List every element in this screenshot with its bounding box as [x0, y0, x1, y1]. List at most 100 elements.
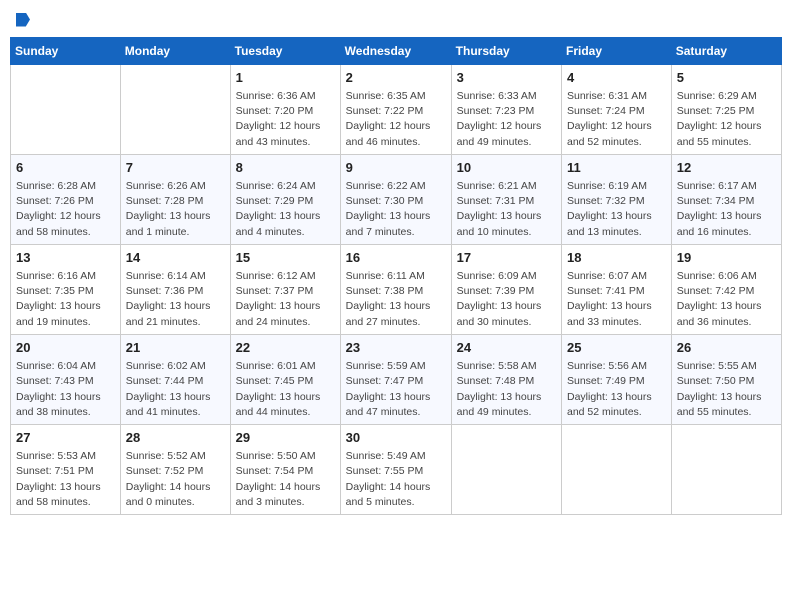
day-cell: 20Sunrise: 6:04 AM Sunset: 7:43 PM Dayli… [11, 334, 121, 424]
day-number: 17 [457, 249, 556, 267]
day-info: Sunrise: 6:07 AM Sunset: 7:41 PM Dayligh… [567, 269, 666, 330]
week-row-1: 6 Sunrise: 6:28 AM Sunset: 7:26 PM Daylig… [11, 154, 782, 244]
day-cell: 24 Sunrise: 5:58 AM Sunset: 7:48 PM Dayli… [451, 334, 561, 424]
day-cell: 16 Sunrise: 6:11 AM Sunset: 7:38 PM Dayli… [340, 244, 451, 334]
week-row-2: 13 Sunrise: 6:16 AM Sunset: 7:35 PM Dayli… [11, 244, 782, 334]
day-cell: 11Sunrise: 6:19 AM Sunset: 7:32 PM Dayli… [562, 154, 672, 244]
day-info: Sunrise: 5:50 AM Sunset: 7:54 PM Dayligh… [236, 449, 335, 510]
day-info: Sunrise: 6:11 AM Sunset: 7:38 PM Dayligh… [346, 269, 446, 330]
day-number: 22 [236, 339, 335, 357]
day-number: 25 [567, 339, 666, 357]
day-cell: 30 Sunrise: 5:49 AM Sunset: 7:55 PM Dayli… [340, 424, 451, 514]
day-number: 16 [346, 249, 446, 267]
calendar-header-row: SundayMondayTuesdayWednesdayThursdayFrid… [11, 37, 782, 64]
day-number: 19 [677, 249, 776, 267]
header-wednesday: Wednesday [340, 37, 451, 64]
day-number: 30 [346, 429, 446, 447]
day-number: 1 [236, 69, 335, 87]
day-info: Sunrise: 5:56 AM Sunset: 7:49 PM Dayligh… [567, 359, 666, 420]
day-info: Sunrise: 6:02 AM Sunset: 7:44 PM Dayligh… [126, 359, 225, 420]
day-cell: 8 Sunrise: 6:24 AM Sunset: 7:29 PM Daylig… [230, 154, 340, 244]
header-thursday: Thursday [451, 37, 561, 64]
day-number: 2 [346, 69, 446, 87]
day-info: Sunrise: 5:53 AM Sunset: 7:51 PM Dayligh… [16, 449, 115, 510]
day-number: 10 [457, 159, 556, 177]
day-number: 8 [236, 159, 335, 177]
day-cell: 13 Sunrise: 6:16 AM Sunset: 7:35 PM Dayli… [11, 244, 121, 334]
week-row-4: 27 Sunrise: 5:53 AM Sunset: 7:51 PM Dayli… [11, 424, 782, 514]
day-info: Sunrise: 6:21 AM Sunset: 7:31 PM Dayligh… [457, 179, 556, 240]
day-info: Sunrise: 6:12 AM Sunset: 7:37 PM Dayligh… [236, 269, 335, 330]
day-info: Sunrise: 6:33 AM Sunset: 7:23 PM Dayligh… [457, 89, 556, 150]
day-info: Sunrise: 6:22 AM Sunset: 7:30 PM Dayligh… [346, 179, 446, 240]
logo [14, 10, 30, 29]
day-cell [451, 424, 561, 514]
day-info: Sunrise: 5:55 AM Sunset: 7:50 PM Dayligh… [677, 359, 776, 420]
calendar-table: SundayMondayTuesdayWednesdayThursdayFrid… [10, 37, 782, 515]
header-tuesday: Tuesday [230, 37, 340, 64]
page-header [10, 10, 782, 29]
day-number: 24 [457, 339, 556, 357]
day-cell: 22 Sunrise: 6:01 AM Sunset: 7:45 PM Dayli… [230, 334, 340, 424]
logo-icon [16, 13, 30, 27]
day-cell: 9 Sunrise: 6:22 AM Sunset: 7:30 PM Daylig… [340, 154, 451, 244]
day-cell: 25 Sunrise: 5:56 AM Sunset: 7:49 PM Dayli… [562, 334, 672, 424]
day-cell: 23 Sunrise: 5:59 AM Sunset: 7:47 PM Dayli… [340, 334, 451, 424]
day-info: Sunrise: 6:29 AM Sunset: 7:25 PM Dayligh… [677, 89, 776, 150]
day-cell: 12 Sunrise: 6:17 AM Sunset: 7:34 PM Dayli… [671, 154, 781, 244]
day-info: Sunrise: 6:04 AM Sunset: 7:43 PM Dayligh… [16, 359, 115, 420]
week-row-3: 20Sunrise: 6:04 AM Sunset: 7:43 PM Dayli… [11, 334, 782, 424]
day-number: 29 [236, 429, 335, 447]
day-cell: 5Sunrise: 6:29 AM Sunset: 7:25 PM Daylig… [671, 64, 781, 154]
day-cell: 26 Sunrise: 5:55 AM Sunset: 7:50 PM Dayli… [671, 334, 781, 424]
day-cell [562, 424, 672, 514]
day-info: Sunrise: 5:58 AM Sunset: 7:48 PM Dayligh… [457, 359, 556, 420]
day-number: 11 [567, 159, 666, 177]
day-info: Sunrise: 6:26 AM Sunset: 7:28 PM Dayligh… [126, 179, 225, 240]
day-cell: 4Sunrise: 6:31 AM Sunset: 7:24 PM Daylig… [562, 64, 672, 154]
day-number: 18 [567, 249, 666, 267]
day-number: 9 [346, 159, 446, 177]
header-sunday: Sunday [11, 37, 121, 64]
day-cell: 14 Sunrise: 6:14 AM Sunset: 7:36 PM Dayli… [120, 244, 230, 334]
week-row-0: 1Sunrise: 6:36 AM Sunset: 7:20 PM Daylig… [11, 64, 782, 154]
day-cell: 28 Sunrise: 5:52 AM Sunset: 7:52 PM Dayli… [120, 424, 230, 514]
logo-blue [14, 10, 30, 29]
day-info: Sunrise: 6:35 AM Sunset: 7:22 PM Dayligh… [346, 89, 446, 150]
day-number: 6 [16, 159, 115, 177]
day-info: Sunrise: 6:01 AM Sunset: 7:45 PM Dayligh… [236, 359, 335, 420]
day-info: Sunrise: 6:16 AM Sunset: 7:35 PM Dayligh… [16, 269, 115, 330]
day-number: 23 [346, 339, 446, 357]
day-info: Sunrise: 6:09 AM Sunset: 7:39 PM Dayligh… [457, 269, 556, 330]
day-cell: 27 Sunrise: 5:53 AM Sunset: 7:51 PM Dayli… [11, 424, 121, 514]
day-info: Sunrise: 6:17 AM Sunset: 7:34 PM Dayligh… [677, 179, 776, 240]
day-number: 14 [126, 249, 225, 267]
day-number: 27 [16, 429, 115, 447]
day-cell [120, 64, 230, 154]
day-number: 28 [126, 429, 225, 447]
day-number: 13 [16, 249, 115, 267]
day-cell: 6 Sunrise: 6:28 AM Sunset: 7:26 PM Daylig… [11, 154, 121, 244]
day-info: Sunrise: 5:52 AM Sunset: 7:52 PM Dayligh… [126, 449, 225, 510]
day-cell: 17 Sunrise: 6:09 AM Sunset: 7:39 PM Dayli… [451, 244, 561, 334]
day-info: Sunrise: 6:24 AM Sunset: 7:29 PM Dayligh… [236, 179, 335, 240]
day-cell: 1Sunrise: 6:36 AM Sunset: 7:20 PM Daylig… [230, 64, 340, 154]
day-number: 15 [236, 249, 335, 267]
day-cell: 18 Sunrise: 6:07 AM Sunset: 7:41 PM Dayli… [562, 244, 672, 334]
day-info: Sunrise: 5:59 AM Sunset: 7:47 PM Dayligh… [346, 359, 446, 420]
day-info: Sunrise: 6:14 AM Sunset: 7:36 PM Dayligh… [126, 269, 225, 330]
day-info: Sunrise: 6:06 AM Sunset: 7:42 PM Dayligh… [677, 269, 776, 330]
day-info: Sunrise: 5:49 AM Sunset: 7:55 PM Dayligh… [346, 449, 446, 510]
day-number: 12 [677, 159, 776, 177]
day-number: 21 [126, 339, 225, 357]
day-cell: 10 Sunrise: 6:21 AM Sunset: 7:31 PM Dayli… [451, 154, 561, 244]
day-number: 7 [126, 159, 225, 177]
day-cell: 21 Sunrise: 6:02 AM Sunset: 7:44 PM Dayli… [120, 334, 230, 424]
header-monday: Monday [120, 37, 230, 64]
day-number: 26 [677, 339, 776, 357]
day-cell: 3Sunrise: 6:33 AM Sunset: 7:23 PM Daylig… [451, 64, 561, 154]
day-cell [671, 424, 781, 514]
day-info: Sunrise: 6:28 AM Sunset: 7:26 PM Dayligh… [16, 179, 115, 240]
header-saturday: Saturday [671, 37, 781, 64]
day-cell: 2 Sunrise: 6:35 AM Sunset: 7:22 PM Daylig… [340, 64, 451, 154]
